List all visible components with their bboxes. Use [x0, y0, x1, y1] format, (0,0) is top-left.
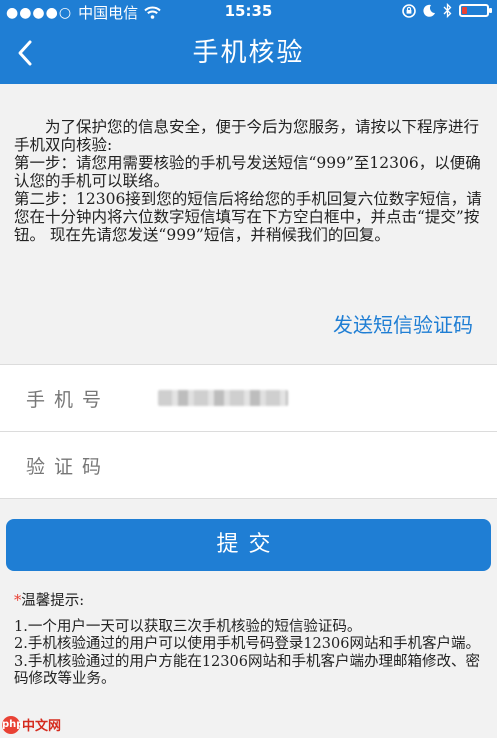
verification-code-input[interactable] — [150, 442, 474, 488]
code-label: 验证码 — [26, 456, 111, 478]
tips-title: 温馨提示: — [21, 593, 85, 609]
rotation-lock-icon — [402, 3, 416, 18]
instructions-intro: 为了保护您的信息安全，便于今后为您服务，请按以下程序进行手机双向核验: — [14, 118, 480, 154]
phone-verification-screen: ●●●●○ 中国电信 15:35 手机核验 为了保护您的信息安全，便于今后为您服… — [0, 0, 497, 738]
status-bar: ●●●●○ 中国电信 15:35 — [0, 0, 497, 26]
php-logo-icon: php — [2, 715, 23, 734]
tip-item: 2.手机核验通过的用户可以使用手机号码登录12306网站和手机客户端。 — [14, 636, 480, 652]
verification-form: 手机号 验证码 — [0, 364, 497, 499]
page-title: 手机核验 — [192, 38, 305, 68]
bluetooth-icon — [443, 3, 452, 18]
instructions-step-2: 第二步：12306接到您的短信后将给您的手机回复六位数字短信，请您在十分钟内将六… — [14, 190, 482, 244]
tips-heading: *温馨提示: — [14, 593, 486, 611]
send-sms-code-link[interactable]: 发送短信验证码 — [333, 309, 473, 338]
phone-label: 手机号 — [26, 389, 111, 411]
tip-item: 3.手机核验通过的用户方能在12306网站和手机客户端办理邮箱修改、密码修改等业… — [14, 653, 480, 688]
masked-phone-number — [158, 390, 288, 406]
phone-row: 手机号 — [0, 364, 497, 432]
submit-button[interactable]: 提交 — [6, 519, 491, 571]
do-not-disturb-icon — [423, 4, 435, 17]
header-bar: ●●●●○ 中国电信 15:35 手机核验 — [0, 0, 497, 84]
watermark-text: 中文网 — [22, 719, 62, 734]
code-row: 验证码 — [0, 432, 497, 499]
tip-item: 1.一个用户一天可以获取三次手机核验的短信验证码。 — [14, 618, 362, 635]
instructions-step-1: 第一步：请您用需要核验的手机号发送短信“999”至12306，以便确认您的手机可… — [14, 154, 481, 190]
battery-icon — [459, 4, 492, 17]
site-watermark: php 中文网 — [2, 715, 61, 734]
verification-instructions: 为了保护您的信息安全，便于今后为您服务，请按以下程序进行手机双向核验: 第一步：… — [14, 118, 486, 244]
tips-section: *温馨提示: 1.一个用户一天可以获取三次手机核验的短信验证码。 2.手机核验通… — [14, 593, 486, 689]
